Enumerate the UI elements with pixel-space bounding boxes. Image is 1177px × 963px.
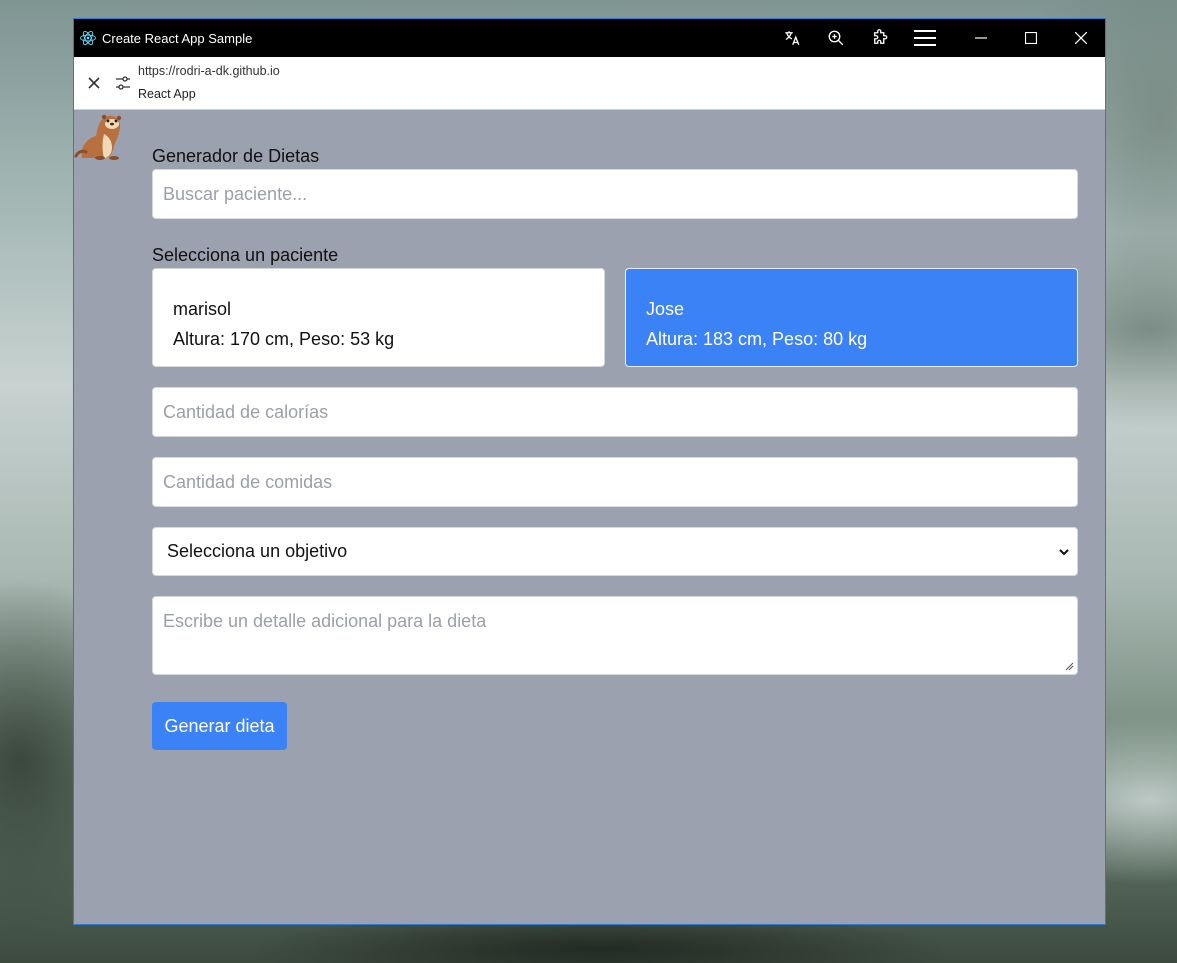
resize-grip-icon[interactable] [1064, 661, 1074, 671]
react-icon [80, 30, 96, 46]
app-heading: Generador de Dietas [152, 146, 320, 166]
patient-name: Jose [646, 299, 685, 319]
minimize-button[interactable] [964, 19, 998, 57]
maximize-button[interactable] [1014, 19, 1048, 57]
address-url[interactable]: https://rodri-a-dk.github.io [138, 64, 280, 78]
calories-input[interactable] [152, 387, 1078, 437]
close-icon [1075, 32, 1087, 44]
objective-select-value: Selecciona un objetivo [167, 541, 348, 561]
diet-details-textarea[interactable] [152, 596, 1078, 675]
patient-card-marisol[interactable]: marisol Altura: 170 cm, Peso: 53 kg [152, 268, 605, 367]
zoom-in-icon [828, 30, 844, 46]
patient-card-jose[interactable]: Jose Altura: 183 cm, Peso: 80 kg [625, 268, 1078, 367]
patient-search-input[interactable] [152, 169, 1078, 219]
select-patient-label: Selecciona un paciente [152, 245, 339, 265]
close-tab-icon[interactable] [86, 75, 102, 91]
title-bar: Create React App Sample [74, 19, 1105, 57]
minimize-icon [975, 37, 987, 39]
page-title: React App [138, 87, 196, 101]
address-bar: https://rodri-a-dk.github.io React App [74, 57, 1105, 110]
menu-button[interactable] [910, 19, 940, 57]
otter-logo [74, 114, 122, 160]
puzzle-icon [874, 29, 888, 44]
extensions-button[interactable] [865, 19, 895, 57]
window-title: Create React App Sample [102, 31, 253, 46]
app-content: Generador de Dietas Selecciona un pacien… [74, 110, 1105, 924]
maximize-icon [1025, 32, 1037, 44]
meals-input[interactable] [152, 457, 1078, 507]
zoom-button[interactable] [821, 19, 851, 57]
objective-select[interactable]: Selecciona un objetivo [152, 527, 1078, 576]
close-window-button[interactable] [1064, 19, 1098, 57]
generate-diet-button[interactable]: Generar dieta [152, 702, 287, 750]
translate-icon [785, 31, 800, 46]
chevron-down-icon [1059, 549, 1069, 556]
patient-details: Altura: 170 cm, Peso: 53 kg [173, 329, 395, 349]
hamburger-icon [914, 30, 936, 46]
browser-window: Create React App Sample https://rodri-a-… [73, 18, 1106, 925]
site-settings-icon[interactable] [114, 74, 132, 92]
patient-details: Altura: 183 cm, Peso: 80 kg [646, 329, 868, 349]
patient-name: marisol [173, 299, 232, 319]
translate-button[interactable] [777, 19, 807, 57]
